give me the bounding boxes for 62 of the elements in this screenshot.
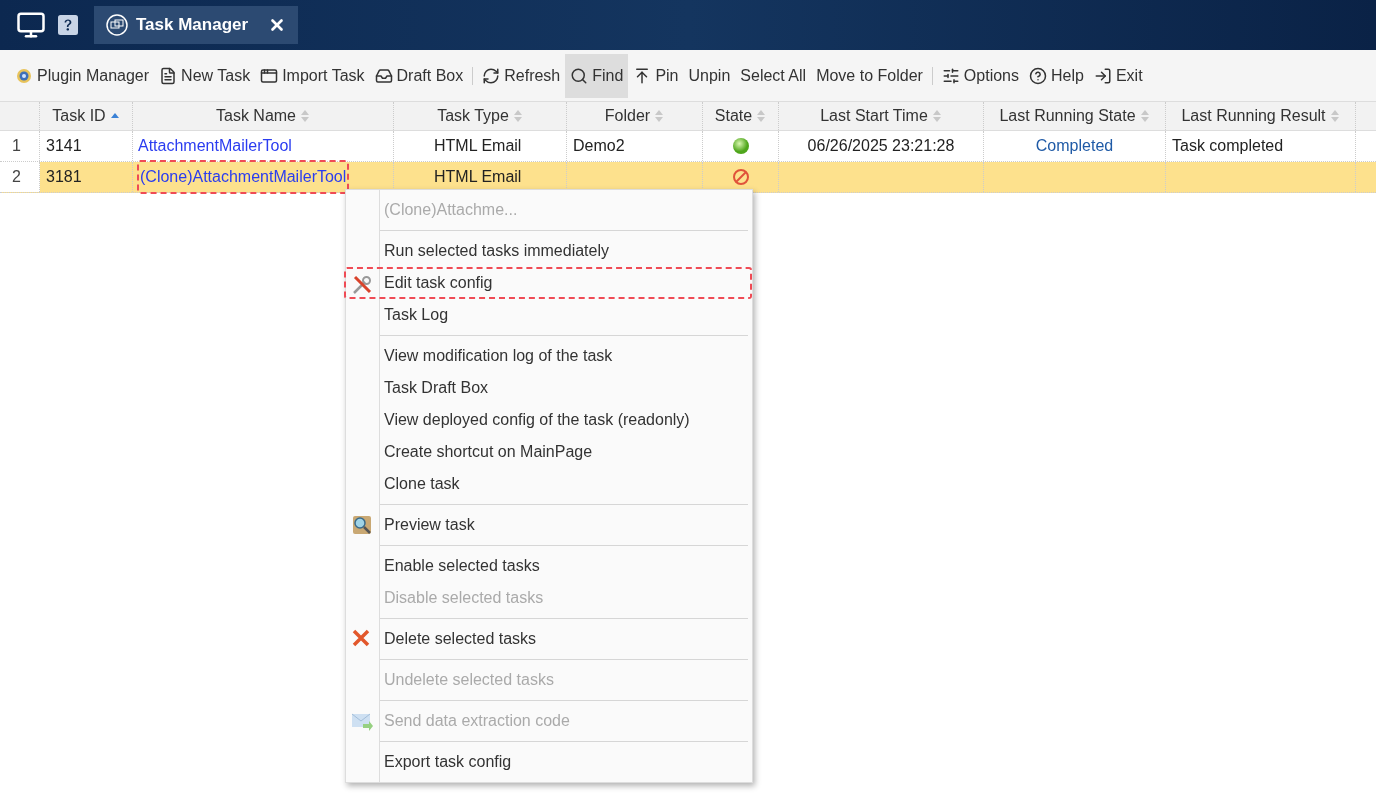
table-row[interactable]: 1 3141 AttachmentMailerTool HTML Email Demo2 06/26/2025 23:21:28 Completed Task completed [0,131,1376,162]
column-header[interactable]: Task Type [394,102,567,130]
column-header[interactable]: Last Running Result [1166,102,1356,130]
table-row[interactable]: 2 3181 (Clone)AttachmentMailerTool HTML Email [0,162,1376,193]
column-header[interactable]: Task ID [40,102,133,130]
help-icon [1029,66,1047,85]
toolbar-button[interactable]: Help [1024,53,1089,98]
window-upload-icon [260,66,279,85]
table-cell: Demo2 [567,131,703,161]
document-icon [159,66,178,85]
search-icon [570,66,589,85]
table-cell: HTML Email [394,131,567,161]
monitor-icon[interactable] [16,10,46,40]
toolbar-button[interactable]: Select All [735,53,812,98]
toolbar-button[interactable]: Import Task [255,53,370,98]
menu-item[interactable]: Run selected tasks immediately [346,235,752,267]
tab-title: Task Manager [136,14,249,37]
toolbar-button[interactable]: New Task [154,53,256,98]
menu-item[interactable]: Delete selected tasks [346,623,752,655]
tray-icon [374,66,393,85]
column-header[interactable]: Last Running State [984,102,1166,130]
windows-icon [106,14,128,36]
refresh-icon [482,66,501,85]
toolbar-button[interactable]: Plugin Manager [10,53,155,98]
menu-item[interactable]: View deployed config of the task (readonly) [346,404,752,436]
column-header[interactable]: Last Start Time [779,102,984,130]
exit-icon [1093,66,1112,85]
table-cell: Task completed [1166,131,1356,161]
toolbar-button[interactable]: Move to Folder [811,53,928,98]
toolbar-button[interactable]: Pin [628,53,684,98]
menu-item[interactable]: Clone task [346,468,752,500]
toolbar-button[interactable]: Options [936,53,1024,98]
menu-item[interactable]: Task Draft Box [346,372,752,404]
menu-item[interactable]: Edit task config [344,267,752,299]
help-icon[interactable] [58,15,78,35]
toolbar-button[interactable]: Exit [1088,53,1148,98]
menu-item[interactable]: Enable selected tasks [346,550,752,582]
menu-item[interactable]: Preview task [346,509,752,541]
table-cell: 3141 [40,131,133,161]
tab[interactable]: Task Manager [94,6,299,44]
menu-item[interactable]: Create shortcut on MainPage [346,436,752,468]
toolbar-button[interactable]: Unpin [683,53,736,98]
table-cell: 3181 [40,162,133,192]
menu-item[interactable]: Export task config [346,746,752,778]
menu-item[interactable]: View modification log of the task [346,340,752,372]
status-link[interactable]: Completed [984,131,1166,161]
settings-icon [941,66,960,85]
toolbar-button[interactable]: Find [565,53,629,98]
menu-item[interactable]: Task Log [346,299,752,331]
toolbar-button[interactable]: Refresh [477,53,566,98]
column-header[interactable]: Folder [567,102,703,130]
delete-icon [351,628,371,648]
toolbar-button[interactable]: Draft Box [369,53,469,98]
magnifier-icon [351,514,373,536]
table-cell: 06/26/2025 23:21:28 [779,131,984,161]
globe-badge-icon [15,66,33,85]
task-name-link[interactable]: (Clone)AttachmentMailerTool [137,160,350,194]
row-number: 2 [0,162,40,192]
tools-icon [351,274,373,296]
column-header[interactable]: Task Name [133,102,394,130]
column-header[interactable]: State [703,102,779,130]
task-name-link[interactable]: AttachmentMailerTool [137,131,293,161]
